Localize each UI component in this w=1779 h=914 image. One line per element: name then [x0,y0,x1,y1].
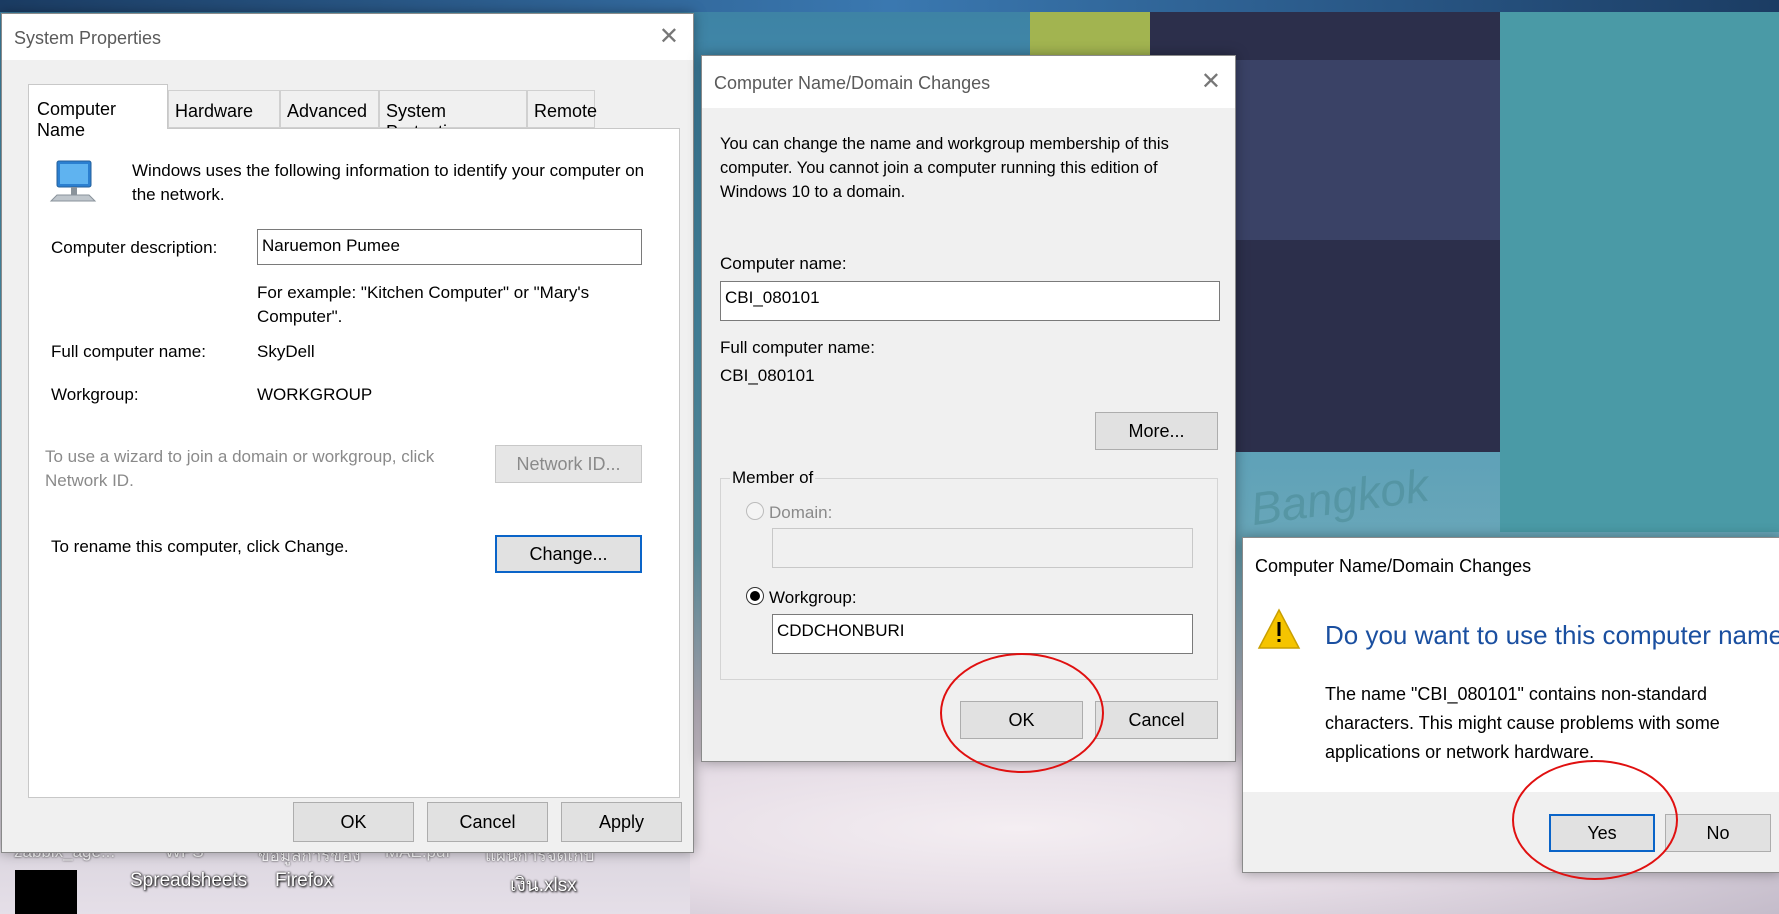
desktop-icon-thumbnail[interactable] [15,870,77,914]
wallpaper-top-band [0,0,1779,12]
title-bar: Computer Name/Domain Changes ✕ [702,56,1235,108]
title-bar: Computer Name/Domain Changes [1243,538,1779,592]
tab-advanced[interactable]: Advanced [280,90,379,128]
full-name-label: Full computer name: [51,342,206,361]
full-name-label: Full computer name: [720,338,875,357]
yes-button[interactable]: Yes [1549,814,1655,852]
tab-remote[interactable]: Remote [527,90,597,128]
dialog-title: Computer Name/Domain Changes [1255,556,1532,576]
tab-strip: Computer Name Hardware Advanced System P… [28,84,668,142]
workgroup-radio[interactable] [746,587,764,605]
desktop-icon-label[interactable]: Spreadsheets [130,870,247,892]
tab-system-protection[interactable]: System Protection [379,90,527,142]
description-label: Computer description: [51,238,218,257]
change-button[interactable]: Change... [495,535,642,573]
computer-name-label: Computer name: [720,254,847,273]
full-name-value: CBI_080101 [720,366,815,385]
domain-changes-dialog: Computer Name/Domain Changes ✕ You can c… [701,55,1236,762]
desktop-icon-label[interactable]: เงิน.xlsx [510,870,577,900]
workgroup-label: Workgroup: [51,385,139,404]
apply-button[interactable]: Apply [561,802,682,842]
dialog-title: System Properties [14,28,162,48]
system-properties-dialog: System Properties ✕ Computer Name Hardwa… [1,13,694,853]
cancel-button[interactable]: Cancel [1095,701,1218,739]
computer-icon [49,160,97,202]
more-button[interactable]: More... [1095,412,1218,450]
rename-text: To rename this computer, click Change. [51,537,349,556]
intro-text: Windows uses the following information t… [132,161,645,204]
workgroup-value: WORKGROUP [257,385,373,404]
title-bar: System Properties ✕ [2,14,693,60]
ok-button[interactable]: OK [293,802,414,842]
domain-field[interactable] [772,528,1193,568]
domain-radio[interactable] [746,502,764,520]
confirm-message: The name "CBI_080101" contains non-stand… [1325,684,1720,762]
wallpaper-navy-block-2 [1220,60,1520,240]
no-button[interactable]: No [1665,814,1771,852]
tab-page: Windows uses the following information t… [28,128,680,798]
tab-hardware[interactable]: Hardware [168,90,280,128]
wizard-text: To use a wizard to join a domain or work… [45,447,435,490]
tab-computer-name[interactable]: Computer Name [28,84,168,140]
intro-text: You can change the name and workgroup me… [720,135,1169,201]
wallpaper-teal-block [1500,12,1779,532]
domain-label: Domain: [769,503,833,522]
close-icon[interactable]: ✕ [1201,67,1221,96]
desktop-icon-label[interactable]: Firefox [275,870,333,892]
ok-button[interactable]: OK [960,701,1083,739]
cancel-button[interactable]: Cancel [427,802,548,842]
example-text: For example: "Kitchen Computer" or "Mary… [257,283,590,326]
close-icon[interactable]: ✕ [659,22,679,51]
computer-name-field[interactable]: CBI_080101 [720,281,1220,321]
warning-icon [1257,608,1301,649]
radio-selected-dot [750,591,760,601]
workgroup-label: Workgroup: [769,588,857,607]
confirm-heading: Do you want to use this computer name? [1325,620,1779,650]
full-name-value: SkyDell [257,342,315,361]
computer-description-field[interactable]: Naruemon Pumee [257,229,642,265]
confirm-dialog: Computer Name/Domain Changes Do you want… [1242,537,1779,873]
member-of-label: Member of [730,468,816,488]
network-id-button[interactable]: Network ID... [495,445,642,483]
workgroup-field[interactable]: CDDCHONBURI [772,614,1193,654]
dialog-title: Computer Name/Domain Changes [714,73,991,93]
